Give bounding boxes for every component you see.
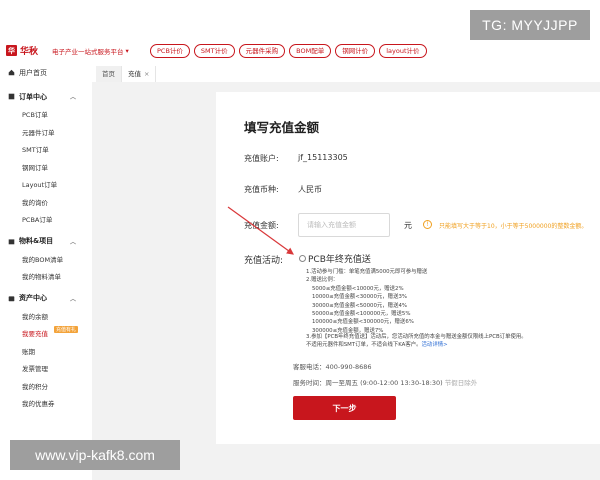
- currency-value: 人民币: [298, 185, 322, 194]
- rule-line: 1.活动参与门槛：单笔充值满5000元即可参与赠送: [306, 269, 428, 275]
- service-phone: 客服电话：400-990-8686: [293, 363, 372, 371]
- amount-input[interactable]: 请输入充值金额: [298, 213, 390, 237]
- sidebar-item-layout-orders[interactable]: Layout订单: [0, 176, 90, 194]
- next-step-button[interactable]: 下一步: [293, 396, 396, 420]
- tg-overlay-badge: TG: MYYJJPP: [470, 10, 590, 40]
- sidebar-item-my-coupons[interactable]: 我的优惠券: [0, 395, 90, 413]
- sidebar-section-assets[interactable]: 资产中心 ︿: [0, 289, 90, 307]
- amount-hint: 只能填写大于等于10，小于等于5000000的整数金额。: [439, 223, 588, 230]
- nav-components[interactable]: 元器件采购: [238, 44, 286, 58]
- tab-label: 充值: [128, 70, 141, 78]
- chevron-up-icon: ︿: [70, 295, 77, 303]
- sidebar-item-my-bom[interactable]: 我的BOM清单: [0, 250, 90, 268]
- sidebar-item-billing-period[interactable]: 账期: [0, 342, 90, 360]
- currency-unit: 元: [404, 221, 412, 230]
- tab-recharge[interactable]: 充值 ×: [122, 66, 157, 82]
- sidebar-item-label: 用户首页: [19, 68, 47, 77]
- promo-rule-3: 3.参加【PCB年终充值送】活动后，您活动所充值的本金与赠送金额仅限线上PCB订…: [306, 333, 527, 349]
- sidebar-item-pcb-orders[interactable]: PCB订单: [0, 106, 90, 124]
- promo-radio[interactable]: [299, 255, 306, 262]
- materials-icon: [8, 238, 15, 244]
- chevron-up-icon: ︿: [70, 238, 77, 246]
- service-time: 服务时间：周一至周五 (9:00-12:00 13:30-18:30) 节假日除…: [293, 377, 477, 387]
- promo-label: 充值活动:: [244, 256, 284, 266]
- rule-line: 30000≤充值金额<50000元，赠送4%: [312, 302, 408, 309]
- tab-label: 首页: [102, 70, 115, 78]
- sidebar: 用户首页 订单中心 ︿ PCB订单 元器件订单 SMT订单 钢网订单 Layou…: [0, 64, 90, 424]
- logo[interactable]: 华 华秋: [6, 44, 38, 57]
- sidebar-item-invoices[interactable]: 发票管理: [0, 360, 90, 378]
- nav-pcb-quote[interactable]: PCB计价: [150, 44, 190, 58]
- sidebar-item-smt-orders[interactable]: SMT订单: [0, 141, 90, 159]
- promo-name[interactable]: PCB年终充值送: [308, 252, 371, 265]
- amount-placeholder: 请输入充值金额: [307, 221, 356, 229]
- sidebar-item-component-orders[interactable]: 元器件订单: [0, 123, 90, 141]
- rule-line: 10000≤充值金额<30000元，赠送3%: [312, 294, 408, 301]
- platform-tagline[interactable]: 电子产业一站式服务平台 ▾: [52, 46, 129, 56]
- page-tabs: 首页 充值 ×: [96, 66, 157, 82]
- sidebar-item-label: 我要充值: [22, 330, 48, 339]
- promo-badge: 充值有礼: [54, 325, 79, 333]
- rule-line: 50000≤充值金额<100000元，赠送5%: [312, 311, 411, 318]
- sidebar-item-recharge[interactable]: 我要充值 充值有礼: [0, 325, 90, 343]
- rule-line: 5000≤充值金额<10000元，赠送2%: [312, 285, 404, 292]
- wallet-icon: [8, 295, 15, 301]
- rule-line: 3.参加【PCB年终充值送】活动后，您活动所充值的本金与赠送金额仅限线上PCB订…: [306, 334, 527, 340]
- sidebar-section-orders[interactable]: 订单中心 ︿: [0, 88, 90, 106]
- account-value: jf_15113305: [298, 153, 348, 162]
- sidebar-section-materials[interactable]: 物料&项目 ︿: [0, 232, 90, 250]
- warning-icon: !: [423, 220, 432, 229]
- rule-line: 不适用元器件和SMT订单，不适合线下KA客户。: [306, 342, 422, 348]
- nav-smt-quote[interactable]: SMT计价: [193, 44, 235, 58]
- sidebar-item-my-points[interactable]: 我的积分: [0, 377, 90, 395]
- section-title: 资产中心: [19, 294, 47, 302]
- sidebar-item-home[interactable]: 用户首页: [0, 64, 90, 82]
- orders-icon: [8, 93, 15, 100]
- rule-line: 2.赠送比例：: [306, 277, 339, 284]
- chevron-down-icon: ▾: [125, 47, 129, 55]
- top-nav: PCB计价 SMT计价 元器件采购 BOM配单 钢网计价 layout计价: [150, 44, 427, 58]
- close-icon[interactable]: ×: [144, 70, 149, 78]
- logo-mark: 华: [6, 45, 17, 56]
- watermark-overlay: www.vip-kafk8.com: [10, 440, 180, 470]
- logo-text: 华秋: [20, 47, 39, 57]
- sidebar-item-my-inquiries[interactable]: 我的询价: [0, 193, 90, 211]
- service-note: 节假日除外: [444, 379, 478, 387]
- sidebar-item-pcba-orders[interactable]: PCBA订单: [0, 211, 90, 229]
- promo-details-link[interactable]: 活动详情>: [422, 342, 448, 348]
- rule-line: 100000≤充值金额<300000元，赠送6%: [312, 319, 414, 326]
- home-icon: [8, 69, 15, 76]
- sidebar-item-my-balance[interactable]: 我的余额: [0, 307, 90, 325]
- service-hours: 服务时间：周一至周五 (9:00-12:00 13:30-18:30): [293, 379, 443, 387]
- nav-layout-quote[interactable]: layout计价: [379, 44, 427, 58]
- section-title: 订单中心: [19, 92, 47, 101]
- sidebar-item-my-materials[interactable]: 我的物料清单: [0, 268, 90, 286]
- page-title: 填写充值金额: [244, 120, 320, 135]
- sidebar-item-stencil-orders[interactable]: 钢网订单: [0, 158, 90, 176]
- tagline-text: 电子产业一站式服务平台: [52, 48, 124, 56]
- chevron-up-icon: ︿: [70, 94, 77, 101]
- nav-stencil-quote[interactable]: 钢网计价: [335, 44, 376, 58]
- account-label: 充值账户:: [244, 154, 279, 163]
- tab-home[interactable]: 首页: [96, 66, 122, 82]
- promo-rules: 1.活动参与门槛：单笔充值满5000元即可参与赠送 2.赠送比例： 5000≤充…: [306, 268, 427, 335]
- amount-label: 充值金额:: [244, 221, 279, 230]
- section-title: 物料&项目: [19, 237, 54, 245]
- currency-label: 充值币种:: [244, 185, 279, 194]
- nav-bom[interactable]: BOM配单: [289, 44, 332, 58]
- rule-line-with-link: 不适用元器件和SMT订单，不适合线下KA客户。活动详情>: [306, 341, 527, 349]
